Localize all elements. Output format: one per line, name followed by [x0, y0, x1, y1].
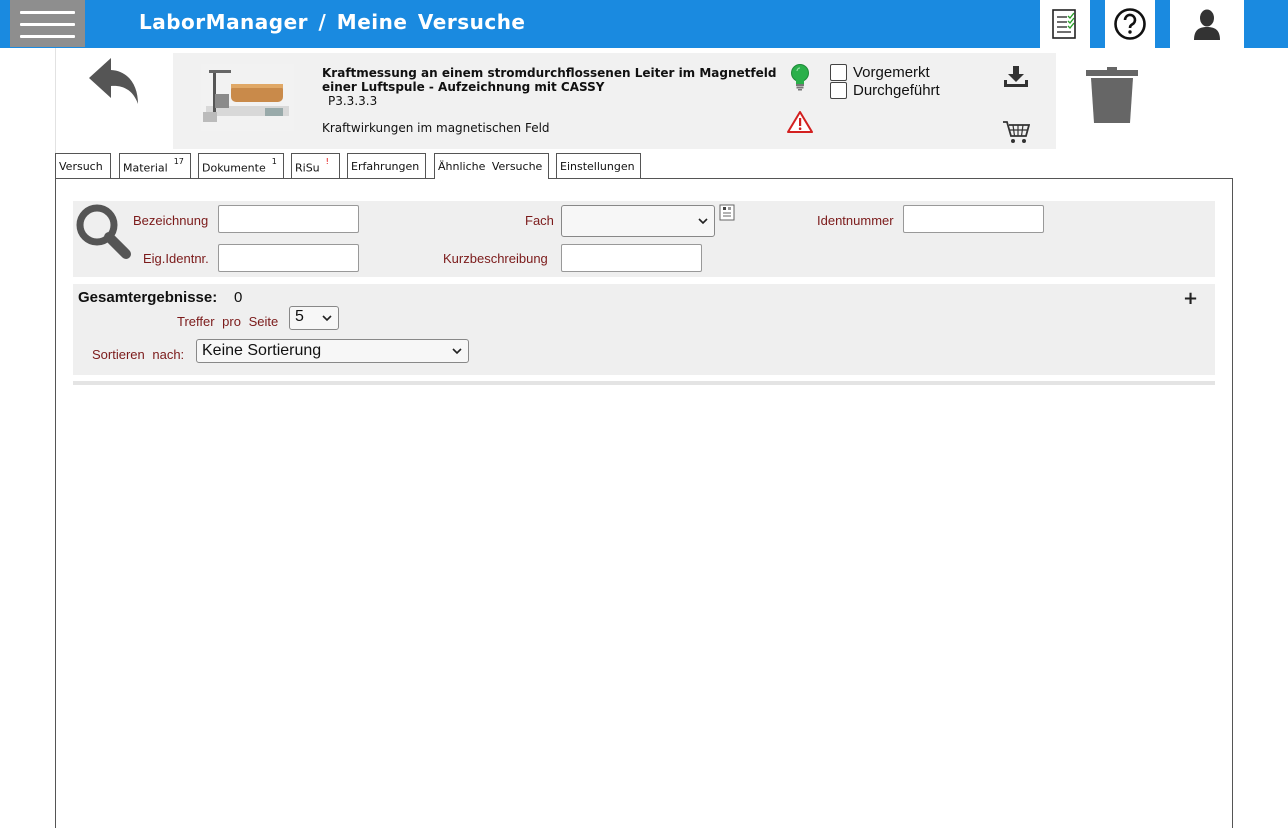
menu-icon	[20, 11, 75, 14]
tab-versuch[interactable]: Versuch	[55, 153, 111, 178]
lightbulb-icon	[791, 64, 809, 91]
sort-label: Sortieren nach:	[92, 347, 185, 362]
top-bar: LaborManager / Meine Versuche	[0, 0, 1288, 48]
tab-badge: 1	[271, 157, 277, 166]
info-icon	[719, 204, 735, 221]
menu-icon-bar	[20, 35, 75, 38]
tab-aehnliche-versuche[interactable]: Ähnliche Versuche	[434, 153, 549, 179]
sort-select[interactable]: Keine Sortierung	[196, 339, 469, 363]
tab-risu[interactable]: RiSu!	[291, 153, 340, 178]
tasklist-icon	[1052, 9, 1076, 39]
tab-label: Dokumente	[202, 161, 266, 175]
search-button[interactable]	[73, 201, 131, 263]
description-label: Kurzbeschreibung	[443, 251, 548, 266]
tab-label: Erfahrungen	[351, 160, 420, 173]
title-separator: /	[318, 10, 327, 34]
own-id-input[interactable]	[218, 244, 359, 272]
subject-label: Fach	[525, 213, 554, 228]
experiment-topic: Kraftwirkungen im magnetischen Feld	[322, 121, 550, 135]
chevron-down-icon	[452, 348, 462, 355]
own-id-label: Eig.Identnr.	[143, 251, 209, 266]
download-icon	[1004, 66, 1028, 87]
help-icon	[1114, 8, 1146, 40]
app-name: LaborManager	[139, 10, 309, 34]
subject-info-button[interactable]	[719, 204, 735, 225]
id-input[interactable]	[903, 205, 1044, 233]
page-title: LaborManager / Meine Versuche	[139, 10, 526, 34]
name-label: Bezeichnung	[133, 213, 209, 228]
done-checkbox-row[interactable]: Durchgeführt	[830, 81, 940, 99]
user-button[interactable]	[1170, 0, 1244, 48]
per-page-select[interactable]: 5	[289, 306, 339, 330]
experiment-header: Kraftmessung an einem stromdurchflossene…	[173, 53, 1056, 149]
subject-select[interactable]	[561, 205, 715, 237]
id-label: Identnummer	[817, 213, 894, 228]
tab-baseline	[55, 178, 1233, 179]
delete-button[interactable]	[1085, 66, 1139, 128]
download-button[interactable]	[1002, 64, 1030, 94]
experiment-thumbnail[interactable]	[201, 64, 294, 131]
search-icon	[76, 204, 131, 259]
sort-select-value: Keine Sortierung	[202, 342, 322, 359]
page-name: Meine Versuche	[336, 10, 526, 34]
tab-label: Material	[123, 161, 168, 175]
total-results-label: Gesamtergebnisse:	[78, 289, 218, 306]
tab-dokumente[interactable]: Dokumente 1	[198, 153, 284, 178]
expand-button[interactable]: +	[1183, 290, 1198, 308]
description-input[interactable]	[561, 244, 702, 272]
results-separator	[73, 381, 1215, 385]
name-input[interactable]	[218, 205, 359, 233]
tab-label: Versuch	[59, 160, 103, 173]
back-button[interactable]	[87, 56, 141, 112]
cart-icon	[1003, 121, 1031, 143]
cart-button[interactable]	[1002, 119, 1031, 149]
hint-button[interactable]	[789, 63, 811, 95]
tab-erfahrungen[interactable]: Erfahrungen	[347, 153, 426, 178]
noted-label: Vorgemerkt	[853, 63, 930, 81]
done-label: Durchgeführt	[853, 81, 940, 99]
per-page-label: Treffer pro Seite	[177, 314, 279, 329]
experiment-title: Kraftmessung an einem stromdurchflossene…	[322, 66, 777, 94]
user-icon	[1194, 9, 1220, 40]
menu-button[interactable]	[10, 0, 85, 47]
trash-icon	[1086, 67, 1138, 123]
results-panel: Gesamtergebnisse: 0 + Treffer pro Seite …	[73, 284, 1215, 375]
experiment-image	[201, 64, 294, 131]
warning-button[interactable]	[786, 110, 814, 138]
back-arrow-icon	[89, 58, 138, 104]
experiment-number: P3.3.3.3	[328, 94, 378, 108]
tab-label: Ähnliche Versuche	[438, 160, 543, 173]
tab-badge: 17	[173, 157, 184, 166]
tab-badge-alert: !	[325, 157, 329, 166]
chevron-down-icon	[322, 315, 332, 322]
noted-checkbox-row[interactable]: Vorgemerkt	[830, 63, 930, 81]
done-checkbox[interactable]	[830, 81, 847, 99]
search-panel: Bezeichnung Fach Identnummer Eig.Identnr…	[73, 201, 1215, 277]
per-page-select-value: 5	[295, 308, 304, 325]
tasklist-button[interactable]	[1040, 0, 1090, 48]
tab-einstellungen[interactable]: Einstellungen	[556, 153, 641, 178]
tab-label: RiSu	[295, 161, 320, 175]
help-button[interactable]	[1105, 0, 1155, 48]
noted-checkbox[interactable]	[830, 63, 847, 81]
tab-material[interactable]: Material 17	[119, 153, 191, 178]
menu-icon-bar	[20, 23, 75, 26]
warning-icon	[787, 111, 813, 133]
tab-label: Einstellungen	[560, 160, 635, 173]
total-results-count: 0	[234, 289, 243, 306]
chevron-down-icon	[698, 218, 708, 225]
